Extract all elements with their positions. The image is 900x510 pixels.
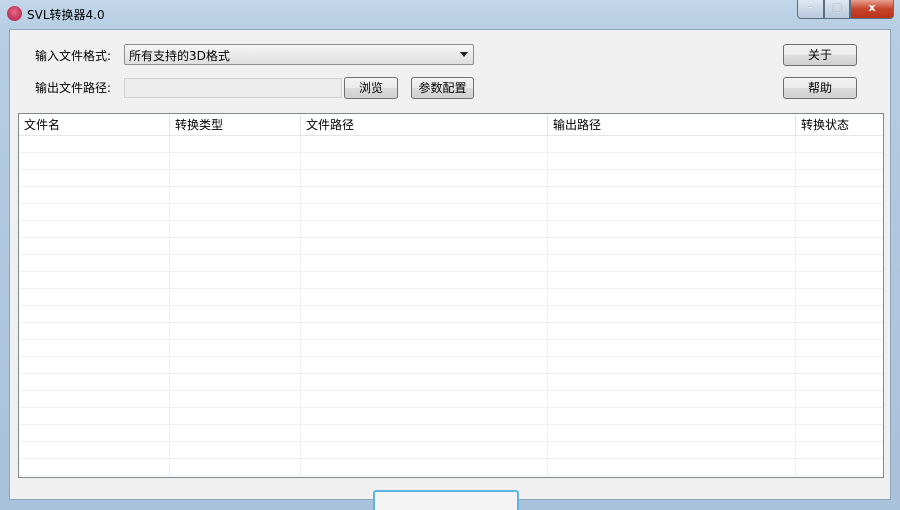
column-header-type[interactable]: 转换类型 xyxy=(170,114,301,136)
output-path-label: 输出文件路径: xyxy=(35,81,112,95)
column-header-filename[interactable]: 文件名 xyxy=(19,114,170,136)
browse-button[interactable]: 浏览 xyxy=(344,77,398,99)
column-header-filepath[interactable]: 文件路径 xyxy=(301,114,548,136)
table-rows xyxy=(19,136,883,477)
client-area: 输入文件格式: 所有支持的3D格式 输出文件路径: 浏览 参数配置 关于 帮助 … xyxy=(9,29,891,510)
window-title: SVL转换器4.0 xyxy=(27,8,105,22)
about-button[interactable]: 关于 xyxy=(783,44,857,66)
column-divider xyxy=(795,136,796,477)
column-divider xyxy=(169,136,170,477)
minimize-button[interactable]: – xyxy=(797,0,824,19)
start-button[interactable] xyxy=(373,490,519,510)
column-header-output[interactable]: 输出路径 xyxy=(548,114,796,136)
config-button[interactable]: 参数配置 xyxy=(411,77,474,99)
output-path-input[interactable] xyxy=(124,78,342,98)
title-bar[interactable]: SVL转换器4.0 – □ x xyxy=(0,0,900,28)
column-header-status[interactable]: 转换状态 xyxy=(796,114,883,136)
column-divider xyxy=(300,136,301,477)
close-button[interactable]: x xyxy=(850,0,894,19)
app-logo-icon xyxy=(7,6,22,21)
input-format-label: 输入文件格式: xyxy=(35,49,112,63)
input-format-value: 所有支持的3D格式 xyxy=(129,49,230,63)
file-list-table[interactable]: 文件名 转换类型 文件路径 输出路径 转换状态 xyxy=(18,113,884,478)
app-window: SVL转换器4.0 – □ x 输入文件格式: 所有支持的3D格式 输出文件路径… xyxy=(0,0,900,510)
help-button[interactable]: 帮助 xyxy=(783,77,857,99)
input-format-select[interactable]: 所有支持的3D格式 xyxy=(124,44,474,65)
maximize-button[interactable]: □ xyxy=(824,0,850,19)
column-divider xyxy=(547,136,548,477)
table-header: 文件名 转换类型 文件路径 输出路径 转换状态 xyxy=(19,114,883,136)
chevron-down-icon xyxy=(460,52,468,57)
